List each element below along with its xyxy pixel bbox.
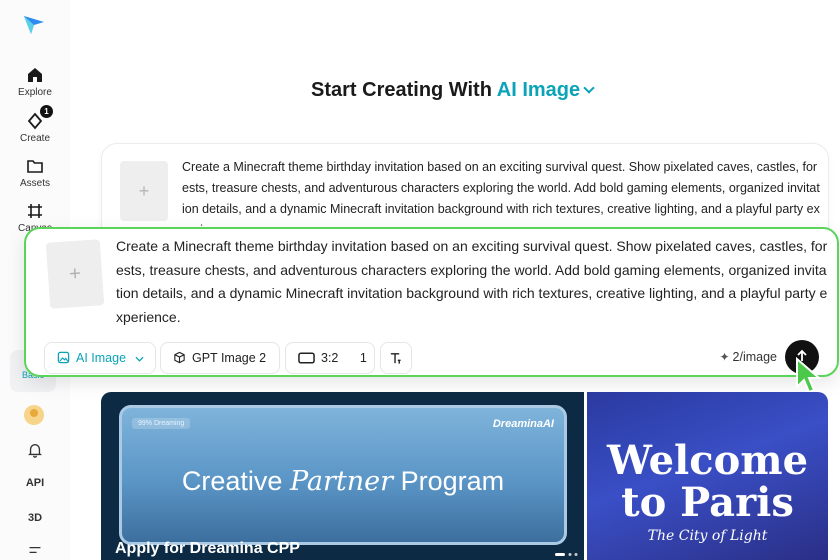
plus-icon: + (138, 181, 150, 201)
aspect-ratio-label: 3:2 (321, 351, 339, 365)
sidebar-item-label: Assets (19, 178, 50, 189)
sparkle-icon: ✦ (719, 350, 730, 364)
threed-button[interactable]: 3D (0, 512, 70, 524)
mouse-cursor-icon (796, 357, 822, 394)
paris-subtitle: The City of Light (647, 528, 768, 544)
credit-cost-label: 2/image (732, 350, 777, 364)
menu-icon (29, 547, 41, 553)
paris-title: Welcome to Paris (606, 437, 809, 526)
credit-cost: ✦ 2/image (719, 350, 777, 364)
plus-icon: + (68, 262, 82, 286)
home-icon (28, 68, 42, 82)
aspect-ratio-selector[interactable]: 3:2 1 (285, 342, 375, 374)
sidebar-item-create[interactable]: 1 Create (0, 105, 70, 144)
image-count-label: 1 (359, 351, 367, 365)
reference-image-placeholder[interactable]: + (120, 161, 168, 221)
page-title-text: Start Creating With (311, 79, 492, 101)
model-selector[interactable]: GPT Image 2 (160, 342, 280, 374)
cpp-title: Creative Partner Program (122, 466, 564, 497)
create-badge: 1 (40, 105, 53, 118)
image-icon (57, 351, 70, 364)
avatar[interactable] (24, 405, 44, 425)
mode-dropdown[interactable]: AI Image (44, 342, 156, 374)
model-selector-label: GPT Image 2 (192, 351, 267, 365)
prompt-card: + Create a Minecraft theme birthday invi… (24, 227, 839, 377)
dreamina-logo-icon[interactable] (22, 12, 46, 36)
sidebar-item-label: Create (19, 133, 50, 144)
paris-banner[interactable]: Welcome to Paris The City of Light (587, 392, 828, 560)
bell-icon (28, 444, 42, 458)
text-icon (390, 353, 401, 364)
mode-selector[interactable]: AI Image (496, 79, 595, 101)
dreamina-brand: DreaminaAI (492, 418, 554, 430)
sidebar-item-label: Explore (18, 87, 52, 98)
cpp-title-b: Partner (289, 466, 394, 497)
text-style-button[interactable] (380, 342, 412, 374)
create-icon-wrap: 1 (26, 105, 53, 130)
menu-button[interactable] (0, 545, 70, 558)
canvas-icon (28, 204, 42, 218)
dreaming-chip: 99% Dreaming (132, 418, 191, 429)
cpp-subtitle: Apply for Dreamina CPP (115, 540, 300, 557)
reference-image-upload[interactable]: + (45, 239, 105, 309)
cpp-banner[interactable]: 99% Dreaming DreaminaAI Creative Partner… (101, 392, 584, 560)
mode-selector-label: AI Image (496, 79, 581, 101)
app-root: Explore 1 Create Assets Canvas ✦ (0, 0, 840, 560)
api-button[interactable]: API (0, 477, 70, 489)
cube-icon (174, 351, 185, 364)
cpp-title-c: Program (400, 466, 505, 496)
aspect-ratio-icon (298, 352, 315, 364)
folder-icon (27, 160, 43, 173)
sidebar-item-explore[interactable]: Explore (0, 66, 70, 98)
sidebar-item-assets[interactable]: Assets (0, 157, 70, 189)
notifications-button[interactable] (0, 442, 70, 461)
prompt-input[interactable]: Create a Minecraft theme birthday invita… (116, 235, 828, 329)
carousel-dots[interactable] (555, 553, 579, 557)
mode-dropdown-label: AI Image (76, 351, 127, 365)
cpp-title-a: Creative (181, 466, 283, 496)
chevron-down-icon (134, 356, 144, 362)
page-title: Start Creating With AI Image (311, 79, 595, 102)
cpp-banner-screen: 99% Dreaming DreaminaAI Creative Partner… (119, 405, 567, 545)
chevron-down-icon (583, 82, 595, 94)
